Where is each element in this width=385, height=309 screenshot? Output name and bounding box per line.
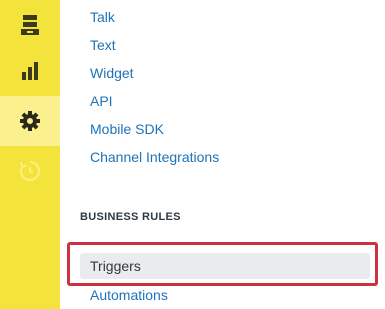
history-nav-button[interactable] — [0, 146, 60, 196]
nav-link-mobile-sdk[interactable]: Mobile SDK — [90, 120, 164, 138]
archive-nav-button[interactable] — [0, 0, 60, 50]
nav-link-channel-integrations[interactable]: Channel Integrations — [90, 148, 219, 166]
bar-chart-icon — [20, 61, 40, 81]
nav-link-text[interactable]: Text — [90, 36, 116, 54]
refresh-clock-icon — [18, 159, 42, 183]
reporting-nav-button[interactable] — [0, 46, 60, 96]
nav-link-widget[interactable]: Widget — [90, 64, 134, 82]
highlight-annotation-box — [67, 242, 378, 286]
nav-link-talk[interactable]: Talk — [90, 8, 115, 26]
left-icon-rail — [0, 0, 60, 309]
archive-icon — [20, 14, 40, 36]
nav-link-automations[interactable]: Automations — [90, 286, 168, 304]
admin-nav-panel: Talk Text Widget API Mobile SDK Channel … — [60, 0, 385, 309]
nav-link-api[interactable]: API — [90, 92, 113, 110]
gear-icon — [19, 110, 41, 132]
admin-nav-button[interactable] — [0, 96, 60, 146]
section-title-business-rules: BUSINESS RULES — [80, 211, 181, 223]
